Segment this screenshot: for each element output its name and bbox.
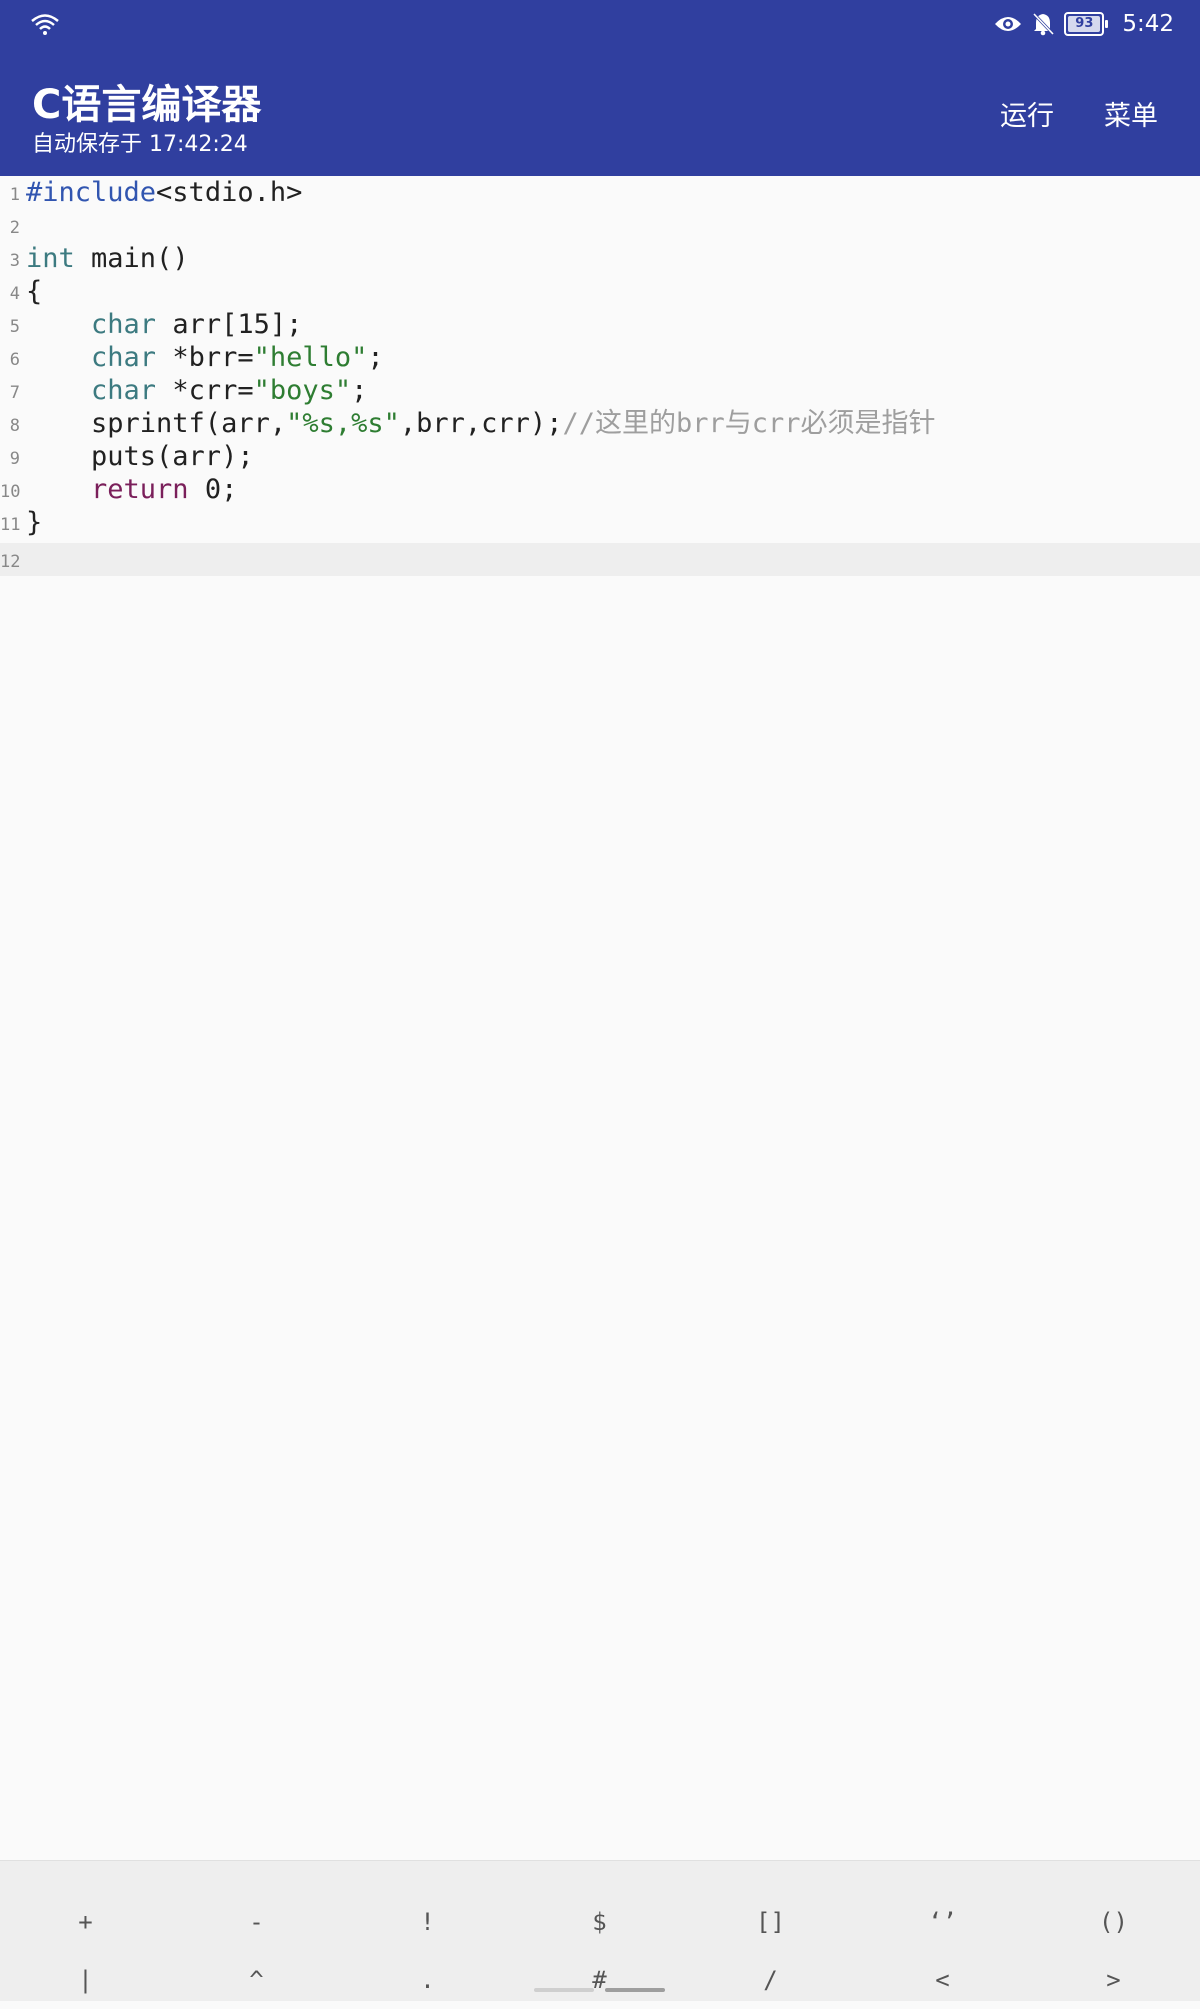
- code-text: }: [26, 507, 43, 538]
- symbol-key-parens[interactable]: (): [1028, 1893, 1199, 1951]
- code-line[interactable]: 9 puts(arr);: [0, 440, 1200, 473]
- symbol-key-plus[interactable]: +: [0, 1893, 171, 1951]
- code-comment: //这里的brr与crr必须是指针: [562, 408, 936, 439]
- symbol-key-exclamation[interactable]: !: [342, 1893, 513, 1951]
- line-number: 11: [0, 515, 21, 535]
- autosave-status: 自动保存于 17:42:24: [32, 132, 248, 157]
- symbol-key-greater-than[interactable]: >: [1028, 1951, 1199, 2009]
- menu-button[interactable]: 菜单: [1104, 94, 1158, 133]
- symbol-key-brackets[interactable]: []: [685, 1893, 856, 1951]
- notifications-off-icon: [1033, 12, 1055, 36]
- code-text: char arr[15];: [91, 309, 303, 340]
- code-text: {: [26, 276, 43, 307]
- code-line[interactable]: 6 char *brr="hello";: [0, 341, 1200, 374]
- code-text: char *brr="hello";: [91, 342, 384, 373]
- battery-level: 93: [1075, 16, 1094, 31]
- eye-icon: [995, 17, 1022, 31]
- code-text: return 0;: [91, 474, 238, 505]
- code-text: sprintf(arr,"%s,%s",brr,crr);//这里的brr与cr…: [26, 408, 936, 439]
- code-line-current[interactable]: 12: [0, 543, 1200, 576]
- line-number: 2: [9, 218, 20, 238]
- code-line[interactable]: 2: [0, 209, 1200, 242]
- code-line[interactable]: 3 int main(): [0, 242, 1200, 275]
- line-number: 1: [9, 185, 20, 205]
- code-line[interactable]: 7 char *crr="boys";: [0, 374, 1200, 407]
- code-line[interactable]: 4 {: [0, 275, 1200, 308]
- line-number: 10: [0, 482, 21, 502]
- status-bar: 93 5:42: [0, 0, 1200, 48]
- symbol-key-dot[interactable]: .: [342, 1951, 513, 2009]
- code-line[interactable]: 5 char arr[15];: [0, 308, 1200, 341]
- status-time: 5:42: [1122, 11, 1174, 37]
- symbol-key-pipe[interactable]: |: [0, 1951, 171, 2009]
- app-bar: C语言编译器 自动保存于 17:42:24 运行 菜单: [0, 48, 1200, 176]
- code-text: int main(): [26, 243, 189, 274]
- battery-icon: 93: [1064, 12, 1109, 36]
- symbol-key-minus[interactable]: -: [171, 1893, 342, 1951]
- line-number: 3: [9, 251, 20, 271]
- symbol-key-caret[interactable]: ^: [171, 1951, 342, 2009]
- wifi-icon: [31, 14, 59, 35]
- line-number: 8: [9, 416, 20, 436]
- line-number: 7: [9, 383, 20, 403]
- code-text: #include<stdio.h>: [26, 177, 303, 208]
- symbol-key-panel: + - ! $ [] ‘’ () | ^ . # / < >: [0, 1860, 1200, 2001]
- symbol-key-less-than[interactable]: <: [857, 1951, 1028, 2009]
- run-button[interactable]: 运行: [1000, 94, 1054, 133]
- symbol-key-quotes[interactable]: ‘’: [857, 1893, 1028, 1951]
- symbol-key-hash[interactable]: #: [514, 1951, 685, 2009]
- line-number: 4: [9, 284, 20, 304]
- code-line[interactable]: 10 return 0;: [0, 473, 1200, 506]
- code-text: puts(arr);: [26, 441, 254, 472]
- code-line[interactable]: 1 #include<stdio.h>: [0, 176, 1200, 209]
- app-title: C语言编译器: [32, 82, 262, 128]
- symbol-key-slash[interactable]: /: [685, 1951, 856, 2009]
- line-number: 6: [9, 350, 20, 370]
- page-indicator-inactive: [534, 1988, 594, 1992]
- code-line[interactable]: 11 }: [0, 506, 1200, 539]
- symbol-key-dollar[interactable]: $: [514, 1893, 685, 1951]
- code-text: char *crr="boys";: [91, 375, 368, 406]
- code-line[interactable]: 8 sprintf(arr,"%s,%s",brr,crr);//这里的brr与…: [0, 407, 1200, 440]
- page-indicator-active: [605, 1988, 665, 1992]
- line-number: 9: [9, 449, 20, 469]
- code-editor[interactable]: 1 #include<stdio.h> 2 3 int main() 4 { 5…: [0, 176, 1200, 1860]
- line-number: 5: [9, 317, 20, 337]
- line-number: 12: [0, 552, 21, 572]
